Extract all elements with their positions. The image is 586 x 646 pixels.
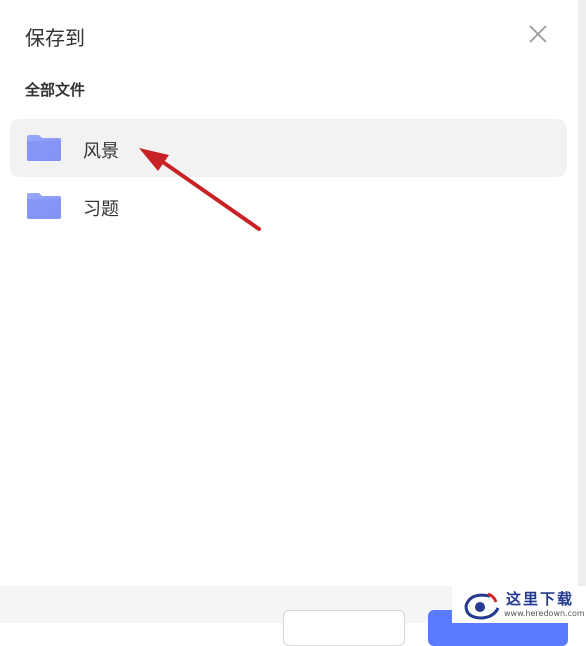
folder-item-exercises[interactable]: 习题 [10,177,567,235]
background-window-edge [578,0,586,623]
folder-icon [27,193,61,219]
folder-item-scenery[interactable]: 风景 [10,119,567,177]
watermark-url: www.heredown.com [504,609,585,618]
heredown-logo-icon [464,592,500,620]
folder-icon [27,135,61,161]
watermark-text: 这里下载 [506,590,575,608]
folder-name: 习题 [83,199,119,220]
close-icon[interactable] [526,22,550,46]
save-to-dialog: 保存到 全部文件 风景 习题 [0,0,578,646]
dialog-title: 保存到 [25,26,85,50]
section-all-files: 全部文件 [25,81,86,99]
cancel-button[interactable] [283,610,405,646]
watermark: 这里下载 www.heredown.com [452,586,586,623]
folder-name: 风景 [83,141,119,162]
